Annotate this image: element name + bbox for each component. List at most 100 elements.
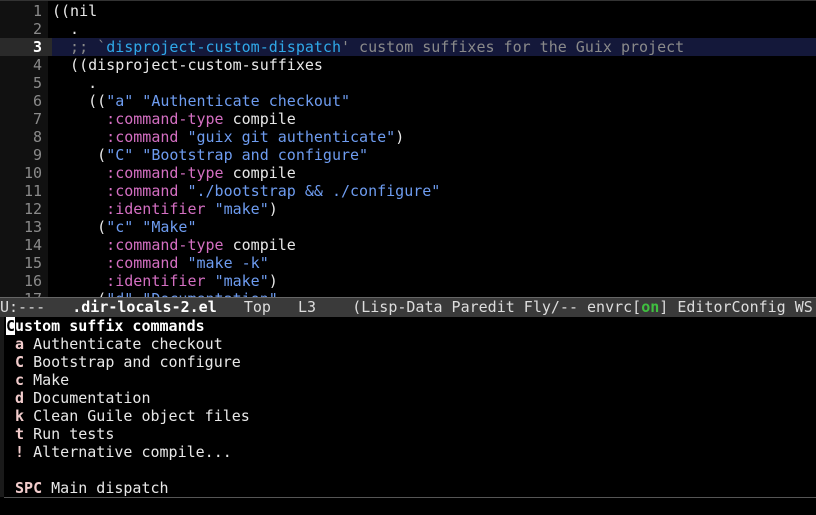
line-number: 3: [0, 38, 52, 56]
code-token-plain: ((: [52, 92, 107, 110]
code-token-plain: (: [52, 146, 107, 164]
mode-line: U:--- .dir-locals-2.el Top L3 (Lisp-Data…: [0, 297, 816, 317]
line-number: 13: [23, 218, 42, 236]
code-token-str: "C" "Bootstrap and configure": [106, 146, 369, 164]
suffix-label: Clean Guile object files: [33, 407, 250, 425]
code-line[interactable]: 13 ("c" "Make": [0, 218, 816, 236]
code-line[interactable]: 5 .: [0, 74, 816, 92]
code-line[interactable]: 6 (("a" "Authenticate checkout": [0, 92, 816, 110]
transient-item[interactable]: c Make: [6, 371, 69, 389]
code-token-str: "c" "Make": [106, 218, 197, 236]
minibuffer[interactable]: [0, 498, 816, 515]
suffix-key: d: [15, 389, 25, 407]
line-number: 16: [23, 272, 42, 290]
code-line[interactable]: 9 ("C" "Bootstrap and configure": [0, 146, 816, 164]
code-line[interactable]: 14 :command-type compile: [0, 236, 816, 254]
code-line[interactable]: 2 .: [0, 20, 816, 38]
suffix-label: Authenticate checkout: [33, 335, 223, 353]
suffix-label: Documentation: [33, 389, 151, 407]
suffix-key: SPC: [15, 479, 43, 497]
code-token-kw: :command-type: [52, 164, 224, 182]
line-number: 6: [32, 92, 42, 110]
code-token-str: "make -k": [187, 254, 269, 272]
code-token-kw: :command-type: [52, 110, 224, 128]
editor-buffer[interactable]: 1 ((nil 2 .3 ;; `disproject-custom-dispatc…: [0, 0, 816, 298]
code-token-kw: :identifier: [52, 200, 206, 218]
code-line[interactable]: 4 ((disproject-custom-suffixes: [0, 56, 816, 74]
buffer-name[interactable]: .dir-locals-2.el: [72, 298, 217, 316]
suffix-key: k: [15, 407, 25, 425]
code-token-cmt: ;; `: [52, 38, 107, 56]
line-number: 15: [23, 254, 42, 272]
line-number: 14: [23, 236, 42, 254]
code-token-plain: ((disproject-custom-suffixes: [52, 56, 323, 74]
code-token-plain: .: [52, 74, 98, 92]
line-number: 1: [32, 2, 42, 20]
code-line[interactable]: 15 :command "make -k": [0, 254, 816, 272]
code-token-cmt: ' custom suffixes for the Guix project: [341, 38, 685, 56]
suffix-label: Bootstrap and configure: [33, 353, 241, 371]
suffix-label: Main dispatch: [51, 479, 169, 497]
transient-item[interactable]: a Authenticate checkout: [6, 335, 223, 353]
code-token-kw: :command: [52, 128, 179, 146]
transient-item-main-dispatch[interactable]: SPC Main dispatch: [6, 479, 169, 497]
code-line[interactable]: 7 :command-type compile: [0, 110, 816, 128]
scroll-position: Top: [243, 298, 271, 316]
code-token-plain: compile: [223, 236, 296, 254]
line-number: 10: [23, 164, 42, 182]
cursor: C: [6, 317, 16, 335]
code-token-plain: ((nil: [52, 2, 98, 20]
code-token-plain: (: [52, 218, 107, 236]
code-token-plain: ): [395, 128, 405, 146]
code-line[interactable]: 1 ((nil: [0, 2, 816, 20]
code-token-kw: :command: [52, 254, 179, 272]
suffix-key: c: [15, 371, 25, 389]
code-line[interactable]: 11 :command "./bootstrap && ./configure": [0, 182, 816, 200]
major-minor-modes[interactable]: (Lisp-Data Paredit Fly/-- envrc[: [352, 298, 641, 316]
modes-suffix: ] EditorConfig WS: [659, 298, 813, 316]
code-token-str: "make": [214, 200, 269, 218]
code-token-str: "./bootstrap && ./configure": [187, 182, 441, 200]
code-token-plain: ): [268, 272, 278, 290]
code-token-plain: compile: [223, 164, 296, 182]
suffix-label: Run tests: [33, 425, 115, 443]
line-number: 8: [32, 128, 42, 146]
suffix-key: !: [15, 443, 25, 461]
transient-item[interactable]: k Clean Guile object files: [6, 407, 250, 425]
transient-item[interactable]: d Documentation: [6, 389, 151, 407]
suffix-key: C: [15, 353, 25, 371]
line-number: 4: [32, 56, 42, 74]
code-token-plain: .: [52, 20, 80, 38]
code-token-str: "guix git authenticate": [187, 128, 396, 146]
code-token-kw: :command: [52, 182, 179, 200]
code-line[interactable]: 8 :command "guix git authenticate"): [0, 128, 816, 146]
code-line[interactable]: 12 :identifier "make"): [0, 200, 816, 218]
envrc-status: on: [641, 298, 660, 316]
suffix-key: a: [15, 335, 25, 353]
heading-text: ustom suffix commands: [15, 317, 205, 335]
code-token-kw: :identifier: [52, 272, 206, 290]
line-number: 11: [23, 182, 42, 200]
suffix-key: t: [15, 425, 25, 443]
code-token-str: "make": [214, 272, 269, 290]
line-number: 2: [32, 20, 42, 38]
transient-heading: Custom suffix commands: [6, 317, 205, 335]
code-line[interactable]: 3 ;; `disproject-custom-dispatch' custom…: [0, 38, 816, 56]
code-token-plain: ): [268, 200, 278, 218]
code-line[interactable]: 16 :identifier "make"): [0, 272, 816, 290]
transient-item[interactable]: t Run tests: [6, 425, 114, 443]
transient-item[interactable]: ! Alternative compile...: [6, 443, 232, 461]
line-number: 7: [32, 110, 42, 128]
code-token-plain: compile: [223, 110, 296, 128]
suffix-label: Alternative compile...: [33, 443, 232, 461]
code-line[interactable]: 10 :command-type compile: [0, 164, 816, 182]
line-number: 5: [32, 74, 42, 92]
suffix-label: Make: [33, 371, 70, 389]
line-number: L3: [298, 298, 317, 316]
transient-item[interactable]: C Bootstrap and configure: [6, 353, 241, 371]
transient-menu: Custom suffix commands a Authenticate ch…: [0, 317, 816, 497]
buffer-status: U:---: [0, 298, 55, 316]
line-number: 12: [23, 200, 42, 218]
